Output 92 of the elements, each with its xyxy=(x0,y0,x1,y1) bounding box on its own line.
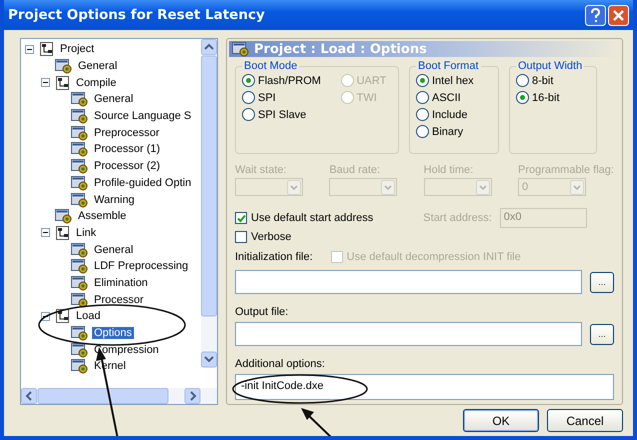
field-label: Start address: xyxy=(423,212,492,224)
radio-button[interactable] xyxy=(242,91,255,104)
collapse-icon[interactable] xyxy=(41,78,50,88)
help-icon[interactable] xyxy=(585,4,606,26)
tree-item[interactable]: Processor (2) xyxy=(92,160,162,172)
folder-tree-icon xyxy=(39,41,55,58)
radio-label: ASCII xyxy=(432,92,461,104)
tree-item[interactable]: Options xyxy=(92,327,134,340)
radio-button[interactable] xyxy=(416,108,429,121)
settings-page-icon xyxy=(71,91,89,108)
group-title: Boot Mode xyxy=(243,60,298,72)
radio-label: Intel hex xyxy=(432,74,474,86)
tree-item[interactable]: Link xyxy=(74,226,98,239)
tree-item[interactable]: General xyxy=(92,244,136,256)
field-label: Output file: xyxy=(235,306,290,318)
tree-item[interactable]: Source Language S xyxy=(92,110,194,122)
radio-button[interactable] xyxy=(242,108,255,121)
tree-item[interactable]: Warning xyxy=(92,194,137,206)
settings-page-icon xyxy=(71,358,89,374)
tree-item[interactable]: Elimination xyxy=(92,276,150,289)
radio-label: Binary xyxy=(432,126,464,138)
horizontal-scrollbar[interactable] xyxy=(21,388,217,404)
tree-item[interactable]: Preprocessor xyxy=(92,126,162,139)
tree-item[interactable]: Load xyxy=(74,310,102,322)
field-label: Programmable flag: xyxy=(518,164,614,176)
tree-item[interactable]: LDF Preprocessing xyxy=(92,260,190,272)
settings-page-icon xyxy=(55,58,73,74)
radio-label: UART xyxy=(356,74,386,86)
radio-label: Flash/PROM xyxy=(258,74,321,86)
browse-button[interactable]: ... xyxy=(590,272,614,292)
dialog-button[interactable]: Cancel xyxy=(547,409,623,432)
radio-label: 16-bit xyxy=(532,92,560,104)
tree-item[interactable]: Assemble xyxy=(76,210,128,222)
settings-page-icon xyxy=(232,41,250,57)
radio-button[interactable] xyxy=(416,91,429,104)
field-label: Wait state: xyxy=(235,164,288,176)
radio-label: Include xyxy=(432,108,468,120)
field-label: Baud rate: xyxy=(329,164,382,176)
radio-label: SPI xyxy=(258,92,276,104)
settings-page-icon xyxy=(71,325,89,342)
field-label: Hold time: xyxy=(424,164,474,176)
folder-tree-icon xyxy=(55,308,71,324)
settings-page-icon xyxy=(71,258,89,274)
tree-item[interactable]: Profile-guided Optin xyxy=(92,176,194,189)
group-title: Output Width xyxy=(517,60,584,72)
tree-item[interactable]: Processor (1) xyxy=(92,143,162,156)
dialog-button[interactable]: OK xyxy=(463,409,539,432)
collapse-icon[interactable] xyxy=(41,228,50,238)
radio-button[interactable] xyxy=(416,74,429,87)
radio-button[interactable] xyxy=(516,91,529,104)
checkbox[interactable] xyxy=(235,230,247,243)
settings-page-icon xyxy=(71,124,89,141)
browse-button[interactable]: ... xyxy=(590,324,614,344)
settings-page-icon xyxy=(71,141,89,158)
checkbox-label: Use default decompression INIT file xyxy=(346,250,521,262)
window-title: Project Options for Reset Latency xyxy=(8,7,265,23)
radio-button[interactable] xyxy=(416,125,429,138)
settings-page-icon xyxy=(71,174,89,191)
tree-item[interactable]: Compile xyxy=(74,76,118,89)
radio-label: SPI Slave xyxy=(258,108,306,120)
input-field[interactable] xyxy=(235,270,582,294)
input-field[interactable]: -init InitCode.dxe xyxy=(235,374,614,400)
folder-tree-icon xyxy=(55,224,71,241)
input-field[interactable] xyxy=(235,322,582,346)
checkbox-label: Use default start address xyxy=(251,212,374,224)
settings-page-icon xyxy=(71,342,89,358)
tree-item[interactable]: General xyxy=(92,93,136,106)
settings-page-icon xyxy=(71,274,89,291)
tree-item[interactable]: Processor xyxy=(92,294,146,306)
settings-page-icon xyxy=(71,192,89,208)
radio-button[interactable] xyxy=(516,74,529,87)
checkmark-icon xyxy=(236,214,246,223)
collapse-icon[interactable] xyxy=(25,44,34,54)
radio-button[interactable] xyxy=(242,74,255,87)
radio-label: TWI xyxy=(356,92,377,104)
tree-item[interactable]: General xyxy=(76,60,120,72)
vertical-scrollbar[interactable] xyxy=(201,39,217,368)
group-title: Boot Format xyxy=(417,60,480,72)
tree-item[interactable]: Project xyxy=(58,43,96,56)
checkbox-label: Verbose xyxy=(251,230,292,243)
panel-title: Project : Load : Options xyxy=(254,42,427,56)
folder-tree-icon xyxy=(55,74,71,91)
settings-page-icon xyxy=(71,292,89,308)
checkbox[interactable] xyxy=(235,212,247,224)
settings-page-icon xyxy=(71,158,89,174)
field-label: Additional options: xyxy=(235,358,326,370)
radio-label: 8-bit xyxy=(532,74,554,86)
close-icon[interactable] xyxy=(608,4,629,26)
field-label: Initialization file: xyxy=(235,250,313,262)
settings-page-icon xyxy=(71,108,89,124)
settings-page-icon xyxy=(71,242,89,258)
settings-page-icon xyxy=(55,208,73,224)
